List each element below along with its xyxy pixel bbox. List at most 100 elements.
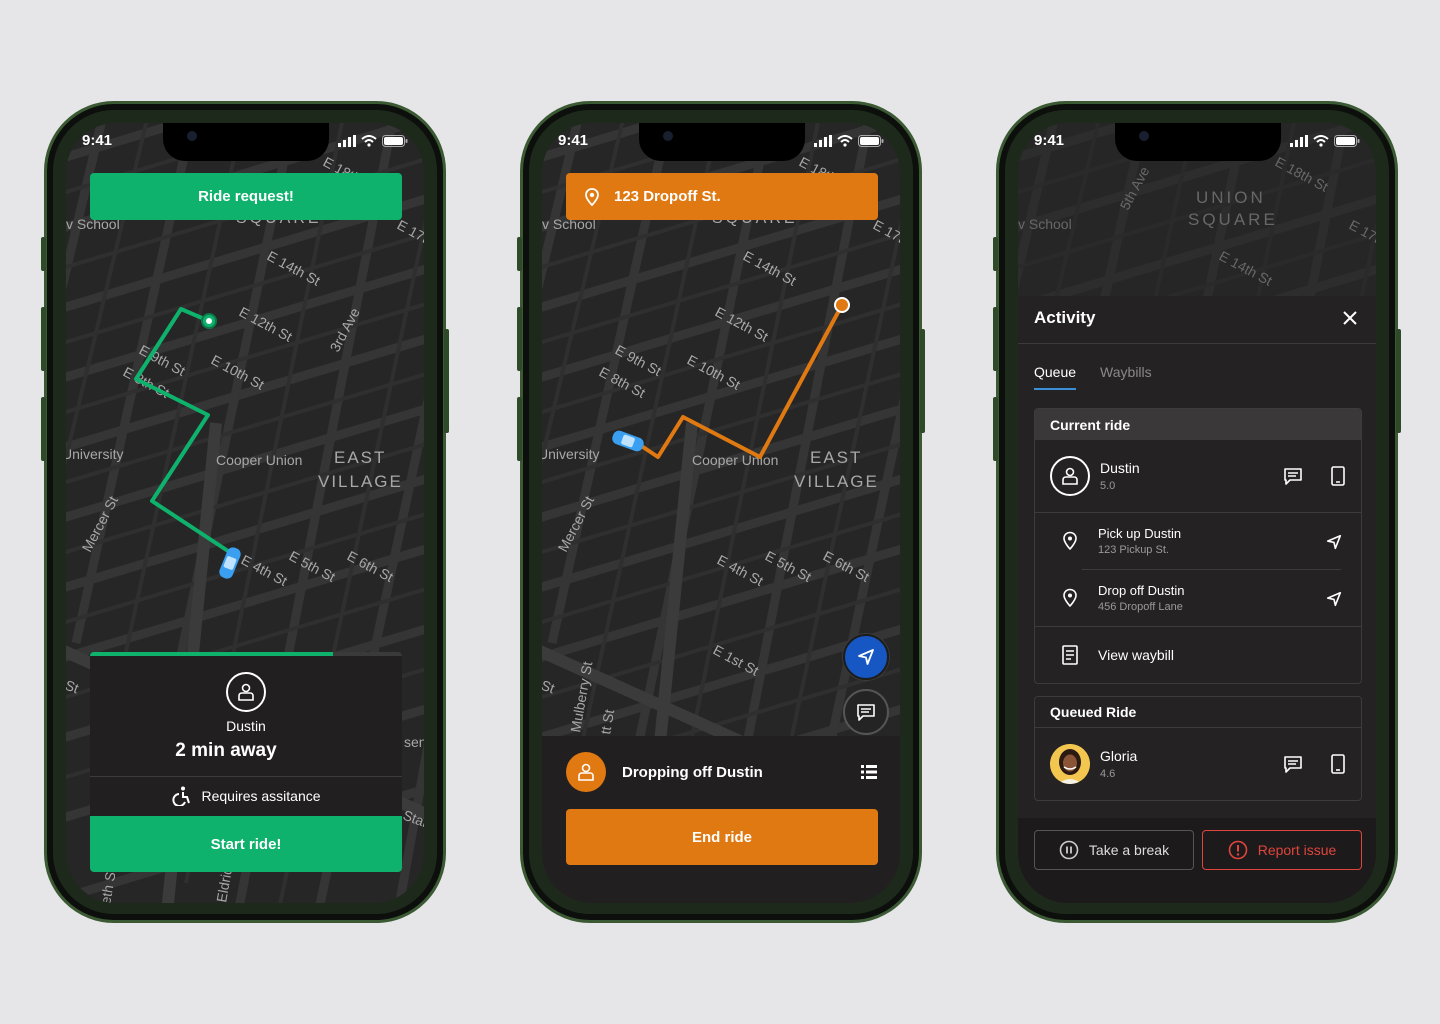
tab-waybills[interactable]: Waybills <box>1100 364 1152 390</box>
navigation-arrow-icon <box>858 649 874 665</box>
avatar-photo <box>1050 744 1090 784</box>
status-time: 9:41 <box>82 132 113 149</box>
phone-icon[interactable] <box>1331 466 1345 486</box>
chat-icon[interactable] <box>1283 754 1303 774</box>
chat-icon <box>857 704 875 721</box>
take-break-button[interactable]: Take a break <box>1034 830 1194 870</box>
activity-sheet: Activity Queue Waybills Current ride Dus… <box>1018 296 1376 903</box>
map-label: University <box>66 446 123 462</box>
signal-icon <box>338 135 356 147</box>
queued-ride-card: Queued Ride Gloria 4.6 <box>1034 696 1362 801</box>
dropoff-title: Drop off Dustin <box>1098 583 1185 598</box>
map-label: Cooper Union <box>216 452 302 468</box>
wifi-icon <box>361 135 377 147</box>
rider-row: Gloria 4.6 <box>1035 728 1361 800</box>
battery-icon <box>858 135 884 147</box>
dropoff-stop[interactable]: Drop off Dustin 456 Dropoff Lane <box>1035 570 1361 626</box>
current-ride-card: Current ride Dustin 5.0 Pick up Dustin 1… <box>1034 408 1362 684</box>
destination-address: 123 Dropoff St. <box>614 188 721 205</box>
map-label: Cooper Union <box>692 452 778 468</box>
list-icon[interactable] <box>860 763 878 781</box>
start-ride-button[interactable]: Start ride! <box>90 816 402 872</box>
map-label: v School <box>1018 216 1072 232</box>
battery-icon <box>1334 135 1360 147</box>
take-break-label: Take a break <box>1088 842 1170 858</box>
ride-card: Dustin 2 min away Requires assitance Sta… <box>90 652 402 872</box>
eta-text: 2 min away <box>175 740 277 761</box>
navigation-arrow-icon[interactable] <box>1325 590 1343 608</box>
status-time: 9:41 <box>1034 132 1065 149</box>
status-bar: 9:41 <box>542 123 900 163</box>
destination-banner[interactable]: 123 Dropoff St. <box>566 173 878 220</box>
pause-icon <box>1059 840 1079 860</box>
screen: E 18th St E 17th v School SQUARE E 14th … <box>542 123 900 903</box>
assistance-row: Requires assitance <box>90 786 402 806</box>
navigate-button[interactable] <box>843 634 889 680</box>
screen: E 18th St E 17th v School 5th Ave UNION … <box>1018 123 1376 903</box>
map-label: EAST <box>810 448 862 467</box>
pickup-address: 123 Pickup St. <box>1098 544 1169 556</box>
report-issue-label: Report issue <box>1257 842 1337 858</box>
phone-activity: E 18th St E 17th v School 5th Ave UNION … <box>993 101 1401 923</box>
trip-panel: Dropping off Dustin End ride <box>542 736 900 903</box>
avatar <box>226 672 266 712</box>
map-label: VILLAGE <box>794 472 879 491</box>
avatar <box>1050 456 1090 496</box>
phone-ride-request: E 18th St E 17th v School SQUARE E 14th … <box>41 101 449 923</box>
current-ride-header: Current ride <box>1035 409 1361 440</box>
signal-icon <box>814 135 832 147</box>
trip-status: Dropping off Dustin <box>622 763 763 781</box>
person-photo-icon <box>1050 744 1090 784</box>
rider-name: Gloria <box>1100 748 1138 764</box>
tab-queue[interactable]: Queue <box>1034 364 1077 390</box>
progress-fill <box>90 652 334 656</box>
chat-button[interactable] <box>843 689 889 735</box>
signal-icon <box>1290 135 1308 147</box>
user-icon <box>238 683 254 701</box>
queued-ride-header: Queued Ride <box>1035 697 1361 728</box>
wifi-icon <box>837 135 853 147</box>
view-waybill-row[interactable]: View waybill <box>1035 627 1361 683</box>
dropoff-address: 456 Dropoff Lane <box>1098 601 1183 613</box>
map-label: sen <box>404 734 424 750</box>
sheet-title: Activity <box>1034 308 1096 327</box>
chat-icon[interactable] <box>1283 466 1303 486</box>
pickup-stop[interactable]: Pick up Dustin 123 Pickup St. <box>1035 513 1361 569</box>
phone-icon[interactable] <box>1331 754 1345 774</box>
map-label: University <box>542 446 599 462</box>
rider-rating: 4.6 <box>1100 768 1116 780</box>
rider-name: Dustin <box>1100 460 1140 476</box>
map-label: EAST <box>334 448 386 467</box>
wifi-icon <box>1313 135 1329 147</box>
alert-icon <box>1228 840 1248 860</box>
location-pin-icon <box>1063 531 1077 551</box>
close-icon[interactable] <box>1342 310 1358 326</box>
location-pin-icon <box>1063 588 1077 608</box>
pickup-title: Pick up Dustin <box>1098 526 1182 541</box>
screen: E 18th St E 17th v School SQUARE E 14th … <box>66 123 424 903</box>
assistance-label: Requires assitance <box>201 788 321 804</box>
document-icon <box>1062 645 1078 665</box>
status-bar: 9:41 <box>1018 123 1376 163</box>
rider-name: Dustin <box>226 718 266 734</box>
navigation-arrow-icon[interactable] <box>1325 533 1343 551</box>
phone-dropoff: E 18th St E 17th v School SQUARE E 14th … <box>517 101 925 923</box>
ride-request-banner[interactable]: Ride request! <box>90 173 402 220</box>
map-label: VILLAGE <box>318 472 403 491</box>
avatar <box>566 752 606 792</box>
map-label: UNION <box>1196 188 1266 207</box>
report-issue-button[interactable]: Report issue <box>1202 830 1362 870</box>
user-icon <box>1062 467 1078 485</box>
view-waybill-label: View waybill <box>1098 647 1174 663</box>
status-time: 9:41 <box>558 132 589 149</box>
rider-rating: 5.0 <box>1100 480 1116 492</box>
user-icon <box>578 763 594 781</box>
map-label: SQUARE <box>1188 210 1278 229</box>
end-ride-button[interactable]: End ride <box>566 809 878 865</box>
battery-icon <box>382 135 408 147</box>
status-bar: 9:41 <box>66 123 424 163</box>
accessibility-icon <box>172 786 191 806</box>
rider-row: Dustin 5.0 <box>1035 440 1361 512</box>
dropoff-marker <box>834 297 850 313</box>
location-pin-icon <box>585 187 599 206</box>
